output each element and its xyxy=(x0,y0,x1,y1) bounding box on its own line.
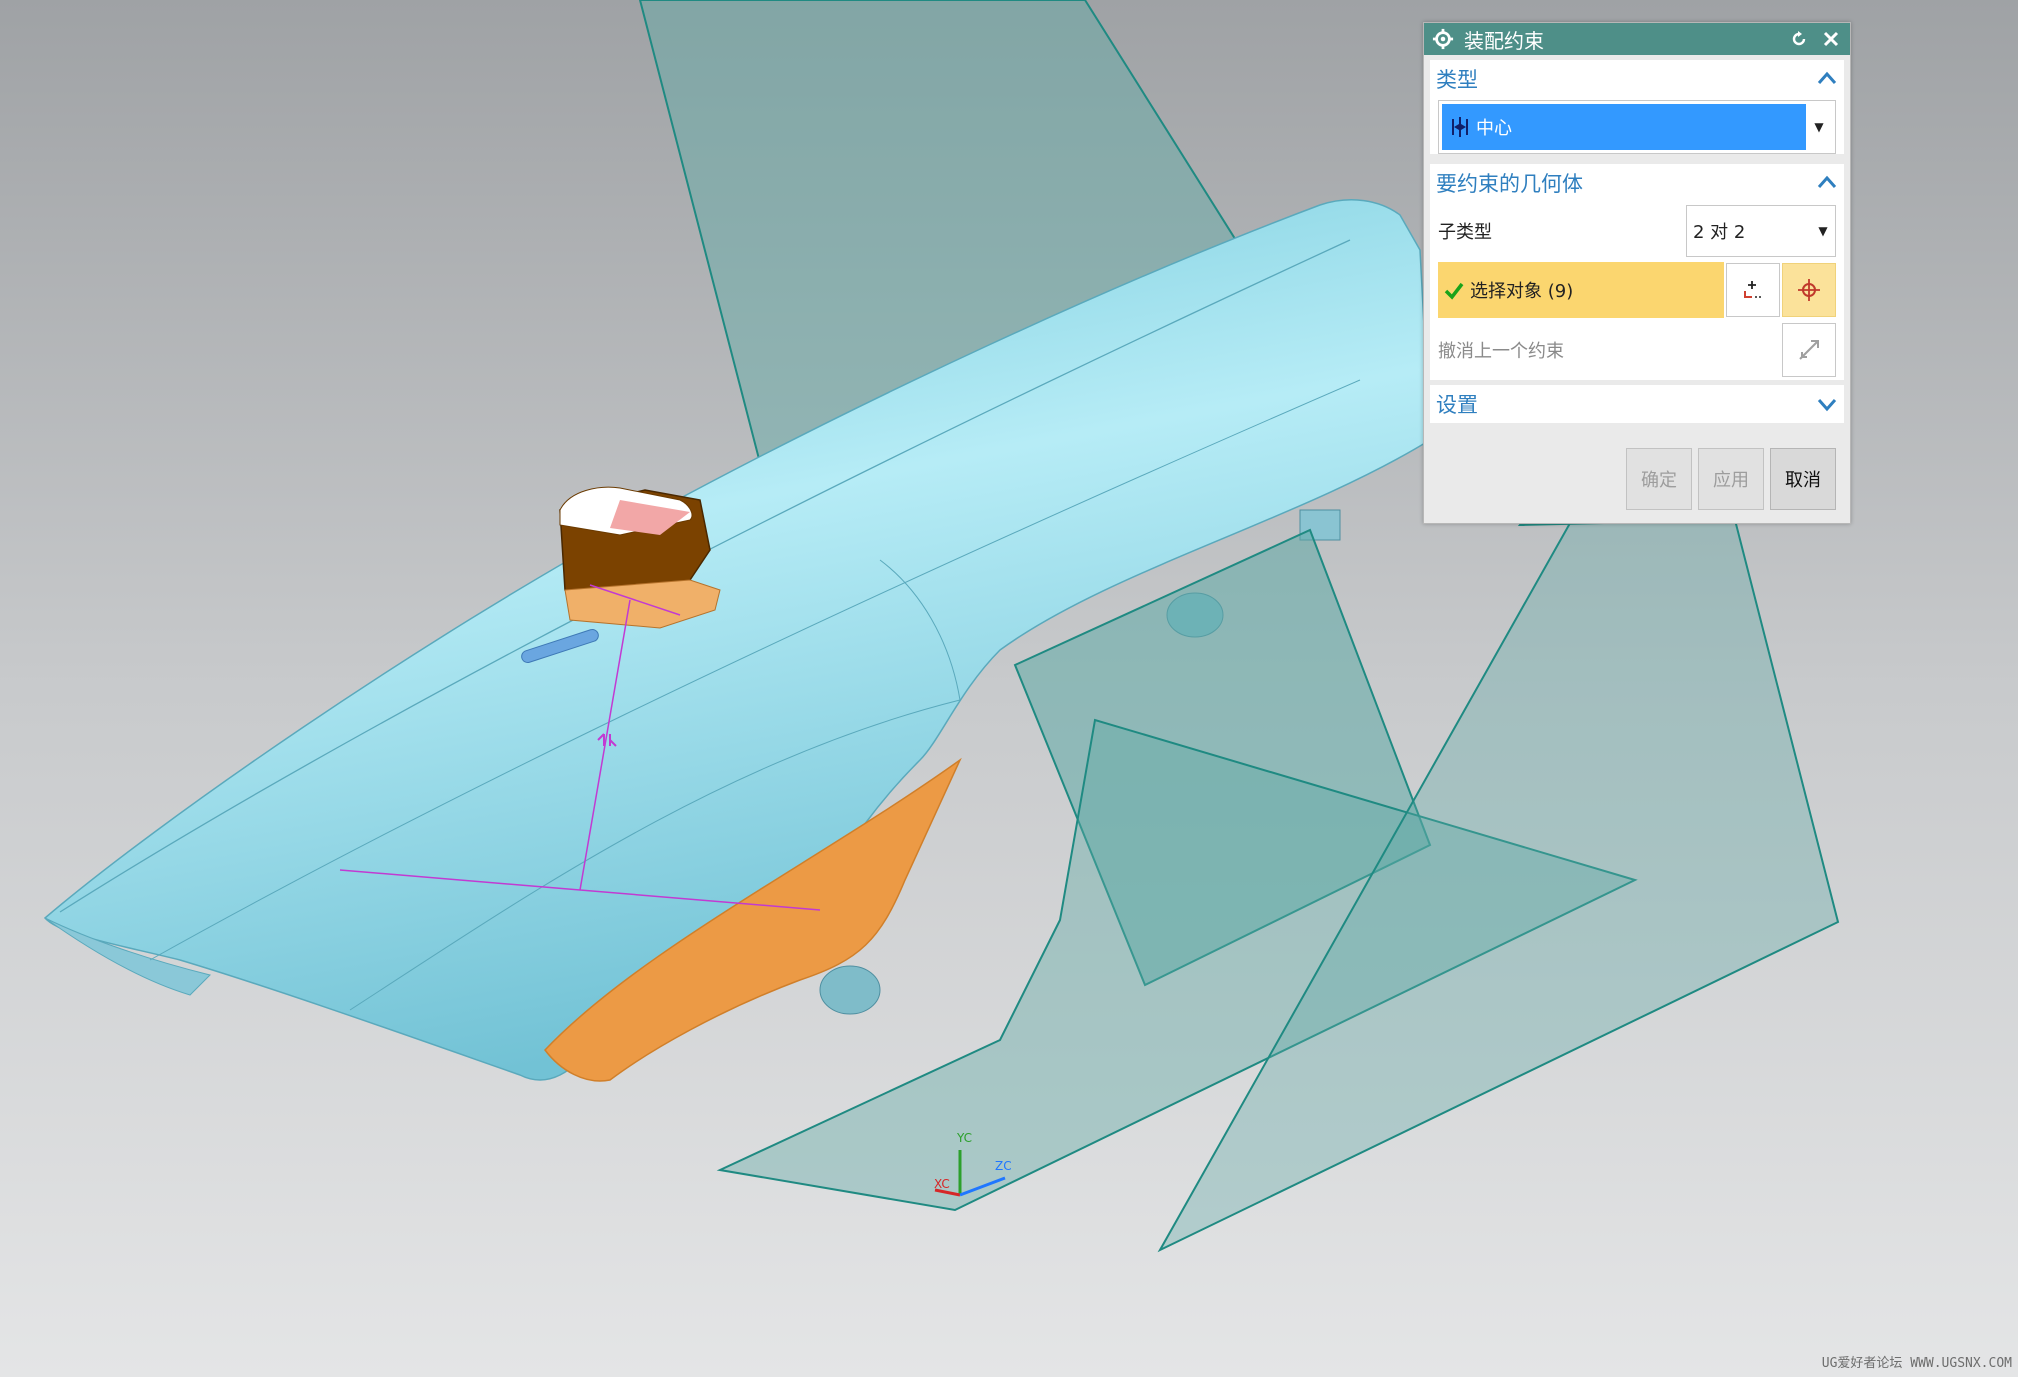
subtype-value: 2 对 2 xyxy=(1693,222,1746,243)
reset-button[interactable] xyxy=(1788,28,1810,50)
subtype-label: 子类型 xyxy=(1438,222,1492,243)
reverse-direction-button[interactable] xyxy=(1726,263,1780,317)
dialog-titlebar[interactable]: 装配约束 xyxy=(1424,23,1850,55)
triad-z-label: ZC xyxy=(995,1159,1012,1173)
settings-section-label: 设置 xyxy=(1436,393,1478,417)
chevron-down-icon[interactable]: ▼ xyxy=(1811,224,1835,238)
assembly-constraint-dialog: 装配约束 类型 中心 ▼ 要约束的几何体 子类型 2 对 2 ▼ 选择对象 (9… xyxy=(1423,22,1851,524)
crosshair-icon xyxy=(1798,279,1820,301)
undo-constraint-icon xyxy=(1799,340,1819,360)
cancel-button[interactable]: 取消 xyxy=(1770,448,1836,510)
select-object-field[interactable]: 选择对象 (9) xyxy=(1438,262,1724,318)
chevron-down-icon[interactable] xyxy=(1816,393,1838,415)
constraint-type-dropdown[interactable]: 中心 ▼ xyxy=(1438,100,1836,154)
settings-section: 设置 xyxy=(1430,385,1844,423)
gear-icon xyxy=(1432,28,1454,50)
constraint-type-value: 中心 xyxy=(1476,118,1512,139)
close-button[interactable] xyxy=(1820,28,1842,50)
center-constraint-icon xyxy=(1452,117,1468,137)
select-object-row: 选择对象 (9) xyxy=(1430,260,1844,320)
chevron-up-icon[interactable] xyxy=(1816,172,1838,194)
undo-constraint-label: 撤消上一个约束 xyxy=(1438,341,1564,362)
geometry-section: 要约束的几何体 子类型 2 对 2 ▼ 选择对象 (9) 撤消上一个约束 xyxy=(1430,164,1844,380)
triad-x-label: XC xyxy=(934,1177,950,1191)
type-section-header[interactable]: 类型 xyxy=(1430,60,1844,98)
apply-button[interactable]: 应用 xyxy=(1698,448,1764,510)
dialog-title: 装配约束 xyxy=(1464,28,1544,53)
dialog-footer: 确定 应用 取消 xyxy=(1424,448,1850,510)
select-object-label: 选择对象 (9) xyxy=(1470,281,1574,302)
subtype-dropdown[interactable]: 2 对 2 ▼ xyxy=(1686,205,1836,257)
triad-y-label: YC xyxy=(956,1131,972,1145)
settings-section-header[interactable]: 设置 xyxy=(1430,385,1844,423)
reset-icon xyxy=(1792,31,1806,46)
close-icon xyxy=(1823,31,1839,47)
ok-button[interactable]: 确定 xyxy=(1626,448,1692,510)
chevron-up-icon[interactable] xyxy=(1816,68,1838,90)
undo-constraint-button[interactable] xyxy=(1782,323,1836,377)
check-icon xyxy=(1444,282,1464,300)
chevron-down-icon[interactable]: ▼ xyxy=(1806,104,1832,150)
reverse-direction-icon xyxy=(1744,281,1761,298)
point-picker-button[interactable] xyxy=(1782,263,1836,317)
type-section-label: 类型 xyxy=(1436,68,1478,92)
undo-constraint-row: 撤消上一个约束 xyxy=(1430,320,1844,380)
subtype-row: 子类型 2 对 2 ▼ xyxy=(1430,202,1844,260)
constraint-type-selected[interactable]: 中心 xyxy=(1442,104,1806,150)
geometry-section-label: 要约束的几何体 xyxy=(1436,172,1583,196)
type-section: 类型 中心 ▼ xyxy=(1430,60,1844,154)
watermark: UG爱好者论坛 WWW.UGSNX.COM xyxy=(1821,1356,2012,1371)
geometry-section-header[interactable]: 要约束的几何体 xyxy=(1430,164,1844,202)
